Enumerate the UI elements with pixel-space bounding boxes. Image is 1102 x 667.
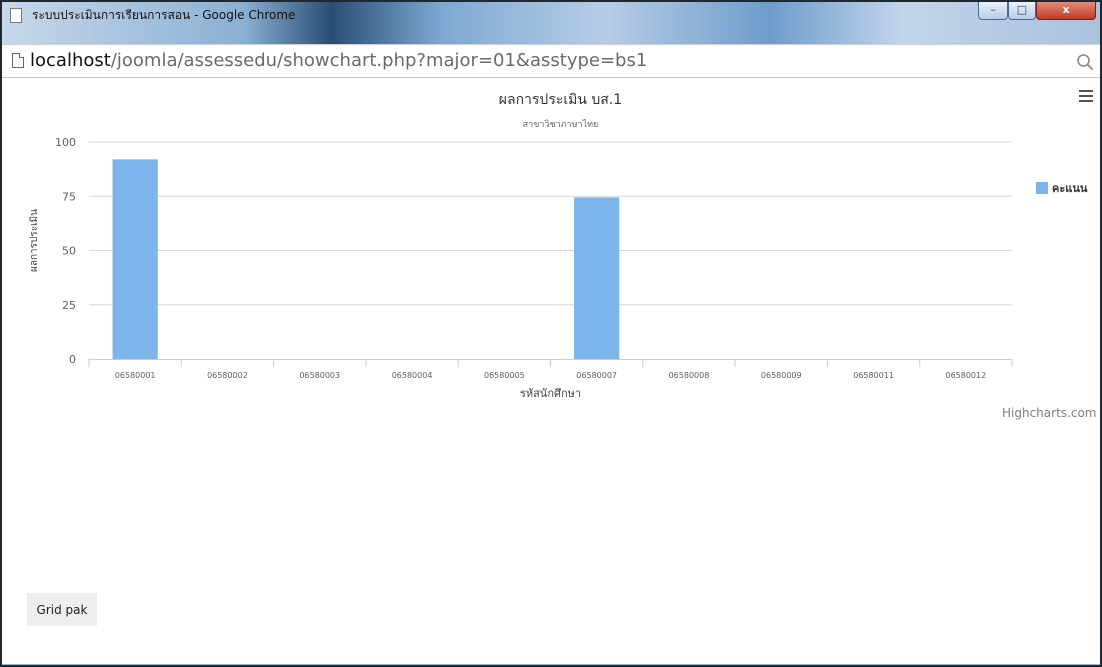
page-icon (10, 8, 22, 23)
chart-subtitle: สาขาวิชาภาษาไทย (523, 119, 599, 130)
address-bar[interactable]: localhost/joomla/assessedu/showchart.php… (2, 44, 1100, 78)
url-host: localhost (30, 50, 111, 71)
url-text[interactable]: localhost/joomla/assessedu/showchart.php… (30, 50, 647, 71)
page-icon (12, 53, 24, 68)
y-tick-label: 75 (62, 190, 76, 203)
bar[interactable] (574, 197, 620, 359)
title-bar[interactable]: ระบบประเมินการเรียนการสอน - Google Chrom… (2, 2, 1100, 44)
legend[interactable]: คะแนน (1036, 182, 1088, 195)
axes (88, 359, 1013, 367)
chart: ผลการประเมิน บส.1 สาขาวิชาภาษาไทย 0 25 50 75 1… (29, 92, 1088, 400)
x-tick-label: 06580004 (392, 371, 433, 380)
window-title: ระบบประเมินการเรียนการสอน - Google Chrom… (32, 8, 296, 22)
x-tick-label: 06580005 (484, 371, 525, 380)
page-content: ผลการประเมิน บส.1 สาขาวิชาภาษาไทย 0 25 50 75 1… (2, 78, 1100, 665)
highcharts-credit-link[interactable]: Highcharts.com (1002, 406, 1096, 420)
chart-menu-icon[interactable] (1079, 90, 1093, 102)
grid-pak-button[interactable]: Grid pak (27, 593, 97, 626)
x-tick-label: 06580011 (853, 371, 894, 380)
x-tick-label: 06580009 (761, 371, 802, 380)
legend-swatch[interactable] (1036, 182, 1048, 194)
grid-lines (89, 141, 1012, 306)
url-path: /joomla/assessedu/showchart.php?major=01… (110, 50, 648, 71)
x-axis-title: รหัสนักศึกษา (520, 387, 581, 400)
x-tick-label: 06580012 (945, 371, 986, 380)
bars (112, 159, 620, 359)
search-icon[interactable] (1076, 53, 1094, 71)
bottom-border (2, 664, 1100, 665)
x-tick-label: 06580008 (669, 371, 710, 380)
browser-window: ระบบประเมินการเรียนการสอน - Google Chrom… (0, 0, 1102, 667)
chart-title: ผลการประเมิน บส.1 (499, 92, 622, 108)
x-tick-label: 06580002 (207, 371, 248, 380)
y-tick-label: 0 (69, 353, 76, 366)
close-button[interactable]: x (1036, 2, 1096, 20)
y-tick-label: 100 (55, 136, 76, 149)
x-tick-label: 06580007 (576, 371, 617, 380)
bar[interactable] (112, 159, 158, 359)
legend-label[interactable]: คะแนน (1052, 182, 1088, 195)
y-tick-label: 50 (62, 245, 76, 258)
maximize-button[interactable]: □ (1008, 2, 1036, 20)
labels: ผลการประเมิน บส.1 สาขาวิชาภาษาไทย 0 25 50 75 1… (29, 92, 986, 400)
x-tick-label: 06580001 (115, 371, 156, 380)
x-tick-label: 06580003 (299, 371, 340, 380)
y-tick-label: 25 (62, 299, 76, 312)
y-axis-title: ผลการประเมิน (29, 209, 40, 272)
minimize-button[interactable]: – (978, 2, 1008, 20)
